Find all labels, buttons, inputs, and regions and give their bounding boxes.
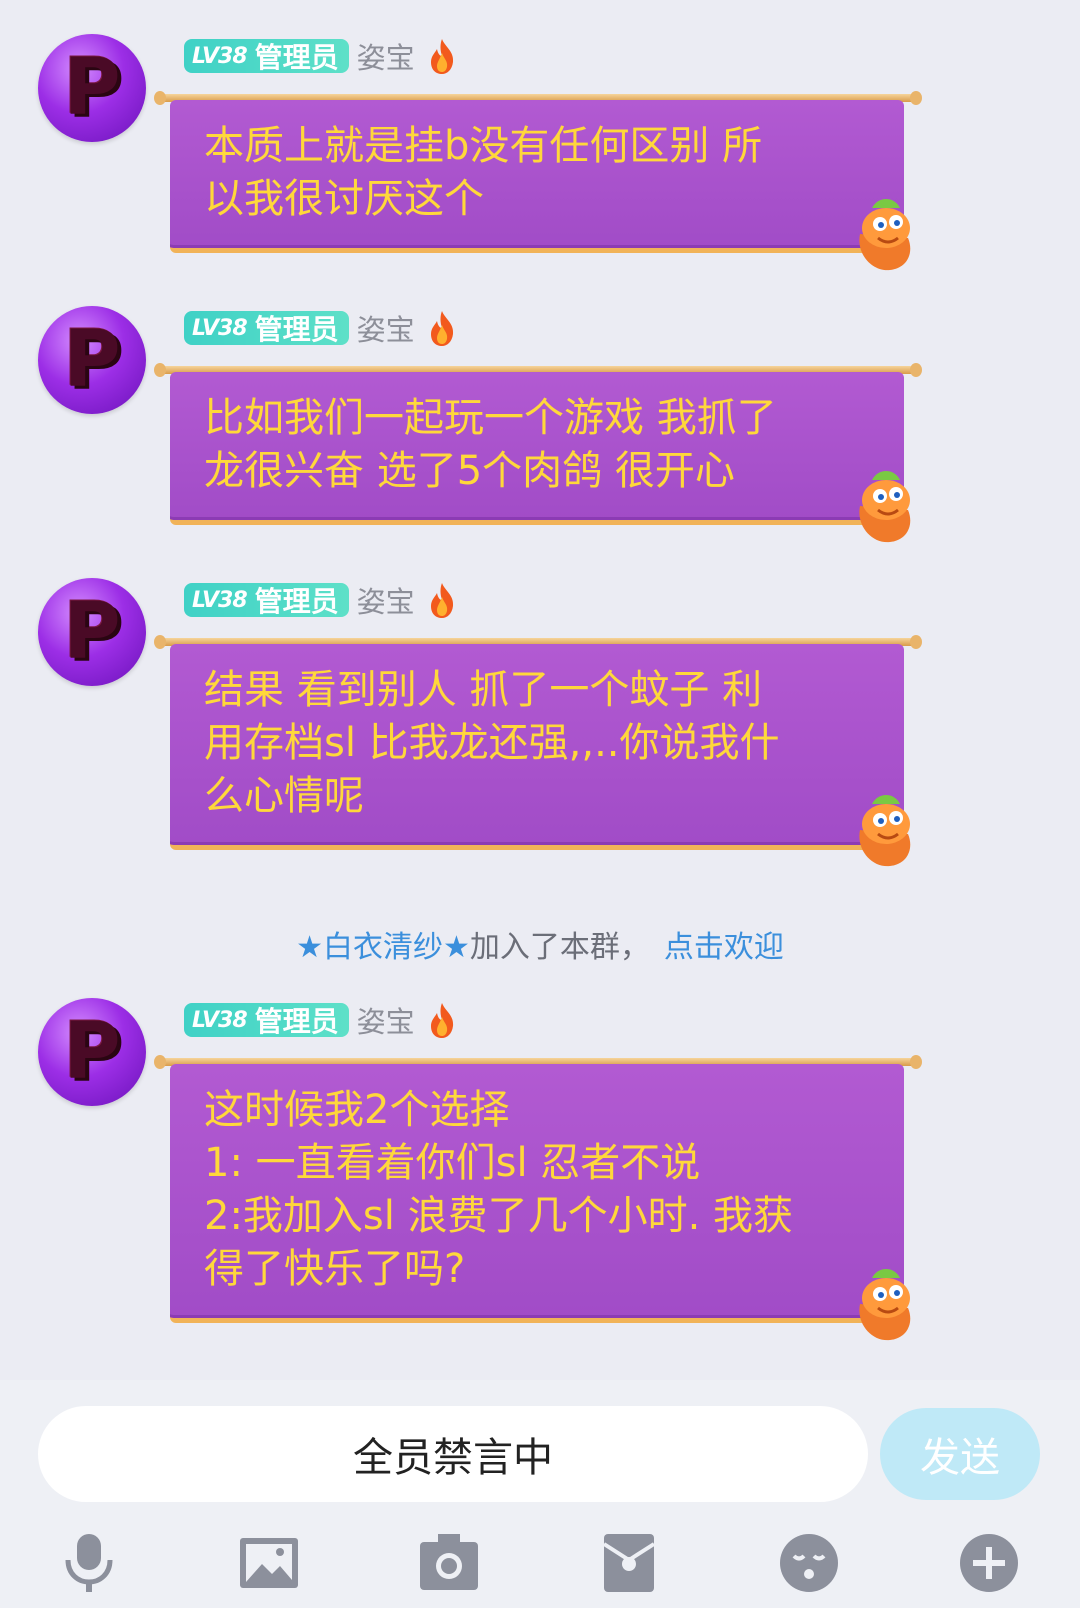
fire-icon bbox=[427, 1001, 457, 1039]
level-label: LV38 bbox=[192, 315, 248, 341]
message-input[interactable]: 全员禁言中 bbox=[38, 1406, 868, 1502]
sender-name[interactable]: 姿宝 bbox=[357, 999, 415, 1041]
message-text: 比如我们一起玩一个游戏 我抓了 龙很兴奋 选了5个肉鸽 很开心 bbox=[204, 395, 777, 494]
fire-icon bbox=[427, 581, 457, 619]
message-text: 本质上就是挂b没有任何区别 所 以我很讨厌这个 bbox=[204, 123, 763, 222]
sender-info: LV38 管理员 姿宝 bbox=[184, 999, 457, 1041]
system-notice-text: 加入了本群， bbox=[469, 930, 650, 965]
level-role-badge: LV38 管理员 bbox=[184, 583, 349, 618]
sender-info: LV38 管理员 姿宝 bbox=[184, 579, 457, 621]
level-role-badge: LV38 管理员 bbox=[184, 311, 349, 346]
level-label: LV38 bbox=[192, 587, 248, 613]
red-packet-icon[interactable] bbox=[596, 1530, 662, 1596]
sender-name[interactable]: 姿宝 bbox=[357, 307, 415, 349]
avatar[interactable]: P bbox=[38, 998, 146, 1106]
sender-info: LV38 管理员 姿宝 bbox=[184, 307, 457, 349]
input-placeholder: 全员禁言中 bbox=[353, 1435, 553, 1481]
fire-icon bbox=[427, 37, 457, 75]
sender-name[interactable]: 姿宝 bbox=[357, 579, 415, 621]
camera-icon[interactable] bbox=[416, 1530, 482, 1596]
role-label: 管理员 bbox=[254, 585, 339, 618]
mascot-sticker-icon bbox=[850, 790, 922, 870]
message-text: 这时候我2个选择 1: 一直看着你们sl 忍者不说 2:我加入sl 浪费了几个小… bbox=[204, 1087, 794, 1292]
sender-info: LV38 管理员 姿宝 bbox=[184, 35, 457, 77]
avatar[interactable]: P bbox=[38, 34, 146, 142]
level-label: LV38 bbox=[192, 1007, 248, 1033]
image-icon[interactable] bbox=[236, 1530, 302, 1596]
mascot-sticker-icon bbox=[850, 194, 922, 274]
avatar[interactable]: P bbox=[38, 306, 146, 414]
emoji-icon[interactable] bbox=[776, 1530, 842, 1596]
input-toolbar bbox=[0, 1530, 1080, 1596]
level-role-badge: LV38 管理员 bbox=[184, 1003, 349, 1038]
mascot-sticker-icon bbox=[850, 466, 922, 546]
sender-name[interactable]: 姿宝 bbox=[357, 35, 415, 77]
input-bar: 全员禁言中 发送 bbox=[0, 1380, 1080, 1608]
avatar[interactable]: P bbox=[38, 578, 146, 686]
level-label: LV38 bbox=[192, 43, 248, 69]
new-member-name[interactable]: ★白衣清纱★ bbox=[296, 930, 470, 965]
role-label: 管理员 bbox=[254, 41, 339, 74]
microphone-icon[interactable] bbox=[56, 1530, 122, 1596]
message-text: 结果 看到别人 抓了一个蚊子 利 用存档sl 比我龙还强,,..你说我什 么心情… bbox=[204, 667, 780, 819]
fire-icon bbox=[427, 309, 457, 347]
plus-icon[interactable] bbox=[956, 1530, 1022, 1596]
send-button[interactable]: 发送 bbox=[880, 1408, 1040, 1500]
role-label: 管理员 bbox=[254, 1005, 339, 1038]
level-role-badge: LV38 管理员 bbox=[184, 39, 349, 74]
role-label: 管理员 bbox=[254, 313, 339, 346]
mascot-sticker-icon bbox=[850, 1264, 922, 1344]
system-notice: ★白衣清纱★加入了本群， 点击欢迎 bbox=[0, 922, 1080, 966]
welcome-link[interactable]: 点击欢迎 bbox=[664, 930, 784, 965]
